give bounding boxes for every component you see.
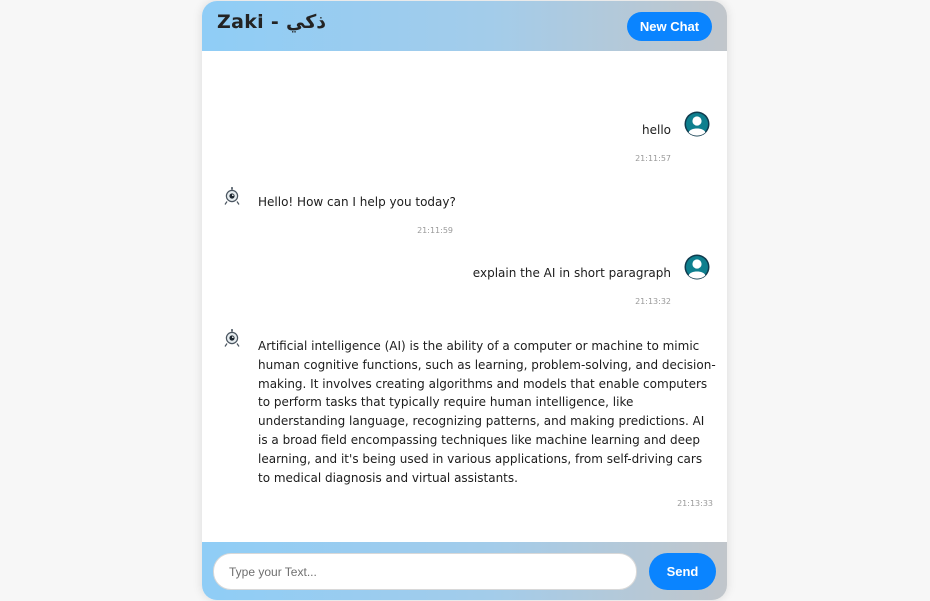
message-timestamp: 21:13:33 <box>677 499 713 508</box>
send-button[interactable]: Send <box>649 553 716 590</box>
message-timestamp: 21:11:57 <box>635 154 671 163</box>
user-avatar-icon <box>684 254 710 280</box>
message-input[interactable] <box>213 553 637 590</box>
bot-icon <box>224 187 240 205</box>
new-chat-button[interactable]: New Chat <box>627 12 712 41</box>
message-timestamp: 21:11:59 <box>417 226 453 235</box>
message-list[interactable]: hello 21:11:57 Hello! How can I help you… <box>202 51 727 542</box>
chat-header: Zaki - ذكي New Chat <box>202 1 727 51</box>
bot-message: Artificial intelligence (AI) is the abil… <box>258 339 716 485</box>
app-title: Zaki - ذكي <box>217 11 326 33</box>
chat-window: Zaki - ذكي New Chat hello 21:11:57 Hello… <box>202 1 727 600</box>
bot-icon <box>224 329 240 347</box>
user-message: hello <box>642 123 671 137</box>
composer: Send <box>202 542 727 600</box>
bot-message: Hello! How can I help you today? <box>258 195 456 209</box>
message-timestamp: 21:13:32 <box>635 297 671 306</box>
user-avatar-icon <box>684 111 710 137</box>
user-message: explain the AI in short paragraph <box>472 266 671 280</box>
